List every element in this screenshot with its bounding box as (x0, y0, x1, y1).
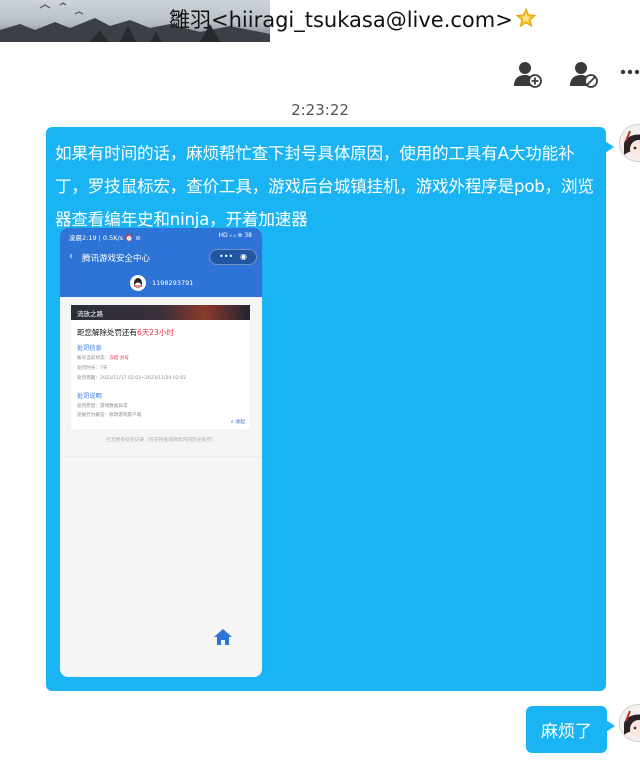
more-dots-icon: ••• (219, 252, 234, 261)
add-user-icon[interactable] (512, 58, 544, 94)
duration-line: 处罚时长：7天 (77, 366, 108, 371)
message-bubble[interactable]: 如果有时间的话，麻烦帮忙查下封号具体原因，使用的工具有A大功能补丁，罗技鼠标宏，… (46, 127, 614, 691)
status-line: 账号当前状态：冻结 封号 (77, 356, 130, 361)
screenshot-footer-note: 已无更多处罚记录（仅支持查询两年内的历史处罚） (105, 438, 217, 443)
collapse-link: ∧ 收起 (230, 420, 245, 425)
screenshot-status-left: 凌晨2:19 | 0.5K/s ⏰ ⊘ (69, 234, 141, 242)
headline-time: 6天23小时 (137, 328, 174, 337)
screenshot-app-title: 腾讯游戏安全中心 (82, 254, 151, 264)
screenshot-header: 凌晨2:19 | 0.5K/s ⏰ ⊘ HD ᵢₗ ᵢₗ ⊚ 38 ‹ 腾讯游戏… (60, 228, 262, 297)
game-banner: 流放之路 (71, 305, 250, 320)
behavior-line: 违规行为解答：修改游戏客户端 (77, 413, 142, 418)
home-icon (213, 627, 233, 651)
screenshot-status-right: HD ᵢₗ ᵢₗ ⊚ 38 (218, 232, 252, 239)
qq-number: 1198293791 (152, 279, 194, 287)
game-name: 流放之路 (77, 310, 103, 318)
message-timestamp: 2:23:22 (291, 101, 349, 119)
avatar[interactable] (619, 124, 640, 162)
miniapp-capsule: ••• ◉ (209, 249, 257, 265)
star-icon[interactable] (515, 7, 537, 33)
headline-prefix: 距您解除处罚还有 (77, 328, 137, 337)
attached-screenshot[interactable]: 凌晨2:19 | 0.5K/s ⏰ ⊘ HD ᵢₗ ᵢₗ ⊚ 38 ‹ 腾讯游戏… (60, 228, 262, 677)
penalty-info-title: 处罚信息 (77, 345, 102, 352)
period-line: 处罚周期：2023/11/17 02:02~2023/11/24 02:02 (77, 376, 187, 381)
divider (60, 456, 262, 457)
target-icon: ◉ (240, 252, 247, 261)
qq-avatar-icon (130, 275, 146, 291)
penalty-desc-title: 处罚说明 (77, 393, 102, 400)
reason-line: 处罚原因：游戏数据异常 (77, 404, 128, 409)
message-text: 麻烦了 (541, 722, 592, 742)
avatar[interactable] (619, 704, 640, 742)
message-text: 如果有时间的话，麻烦帮忙查下封号具体原因，使用的工具有A大功能补丁，罗技鼠标宏，… (55, 144, 594, 229)
back-arrow-icon: ‹ (69, 251, 73, 262)
penalty-card: 流放之路 距您解除处罚还有6天23小时 处罚信息 账号当前状态：冻结 封号 处罚… (71, 305, 250, 429)
more-icon[interactable] (620, 64, 640, 84)
message-bubble[interactable]: 麻烦了 (526, 706, 615, 753)
chat-header: 雛羽<hiiragi_tsukasa@live.com> (0, 0, 640, 42)
penalty-headline: 距您解除处罚还有6天23小时 (77, 327, 174, 338)
contact-title[interactable]: 雛羽<hiiragi_tsukasa@live.com> (169, 4, 513, 34)
block-user-icon[interactable] (568, 58, 600, 94)
